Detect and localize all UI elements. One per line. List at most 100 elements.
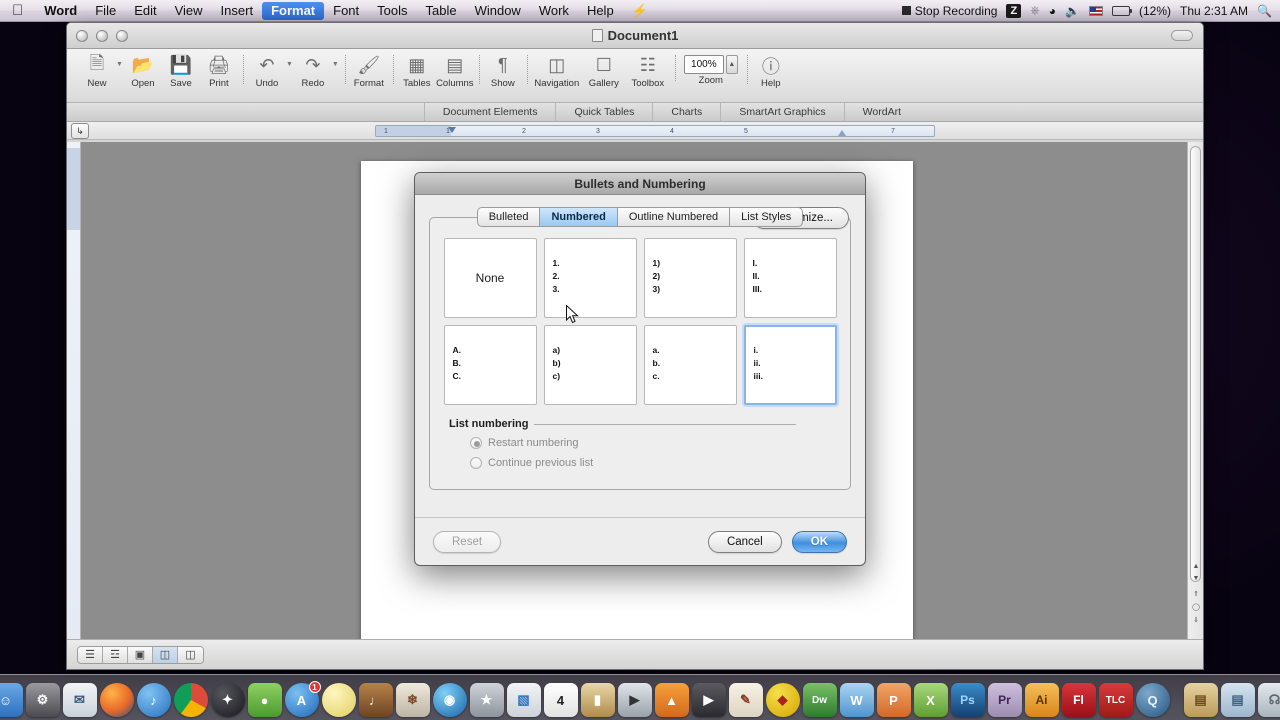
dock-item-iphoto[interactable]: ❄ [395, 683, 430, 717]
lightning-bolt-icon[interactable]: ⚡ [623, 2, 657, 20]
dock-item-vlc[interactable]: ▲ [654, 683, 689, 717]
scroll-down-icon[interactable]: ▼ [1191, 574, 1201, 585]
toolbar-gallery-button[interactable]: ☐ Gallery [582, 52, 626, 89]
dock-item-trash[interactable]: ☊ [1257, 683, 1280, 717]
style-tile-lower-alpha-paren[interactable]: a) b) c) [543, 325, 637, 405]
apple-logo-icon[interactable]:  [12, 3, 23, 18]
right-indent-marker[interactable] [838, 129, 846, 136]
toolbar-help-button[interactable]: ⓘ Help [752, 52, 790, 90]
menu-item-tools[interactable]: Tools [368, 2, 416, 20]
dock-item-quicktime-player[interactable]: ▶ [617, 683, 652, 717]
dock-item-microsoft-word[interactable]: W [839, 683, 874, 717]
toolbar-open-button[interactable]: 📂 Open [124, 52, 162, 89]
tab-outline-numbered[interactable]: Outline Numbered [616, 207, 730, 227]
dock-item-idvd[interactable]: ◉ [432, 683, 467, 717]
ribbon-tab-charts[interactable]: Charts [652, 103, 720, 121]
dock-item-numbers[interactable]: ▧ [506, 683, 541, 717]
tab-bulleted[interactable]: Bulleted [476, 207, 540, 227]
menu-item-view[interactable]: View [166, 2, 212, 20]
radio-continue-previous-list[interactable]: Continue previous list [470, 457, 831, 469]
dock-item-flash[interactable]: Fl [1061, 683, 1096, 717]
dock-item-photo-booth[interactable] [321, 683, 356, 717]
menu-item-work[interactable]: Work [530, 2, 578, 20]
zoom-input[interactable]: 100% [683, 55, 724, 74]
first-line-indent-marker[interactable] [448, 126, 456, 133]
notebook-view-icon[interactable]: ◫ [178, 646, 203, 663]
dock-item-illustrator[interactable]: Ai [1024, 683, 1059, 717]
menu-item-file[interactable]: File [86, 2, 125, 20]
tab-stop-icon[interactable]: ↳ [71, 122, 89, 139]
ok-button[interactable]: OK [791, 530, 847, 553]
dock-item-system-preferences[interactable]: ⚙ [25, 683, 60, 717]
menu-bar-clock[interactable]: Thu 2:31 AM [1180, 4, 1248, 18]
style-tile-lower-alpha-period[interactable]: a. b. c. [643, 325, 737, 405]
publishing-view-icon[interactable]: ▣ [128, 646, 153, 663]
tab-numbered[interactable]: Numbered [539, 207, 617, 227]
toolbar-format-painter-button[interactable]: 🖌 Format [350, 52, 388, 89]
menu-item-insert[interactable]: Insert [212, 2, 263, 20]
dock-item-firefox[interactable] [99, 683, 134, 717]
window-title-bar[interactable]: Document1 [67, 23, 1203, 49]
menu-item-font[interactable]: Font [324, 2, 368, 20]
style-tile-upper-alpha-period[interactable]: A. B. C. [443, 325, 537, 405]
dock-item-dreamweaver[interactable]: Dw [802, 683, 837, 717]
toolbar-navigation-button[interactable]: ◫ Navigation [532, 52, 582, 89]
toolbar-toggle-button[interactable] [1171, 30, 1193, 41]
search-icon[interactable]: 🔍 [1257, 4, 1272, 18]
dock-item-app-store[interactable]: A 1 [284, 681, 321, 717]
scrollbar-thumb[interactable] [1190, 146, 1201, 582]
dock-item-google-chrome[interactable] [173, 683, 208, 717]
tab-list-styles[interactable]: List Styles [729, 207, 804, 227]
menu-item-edit[interactable]: Edit [125, 2, 165, 20]
dock-item-after-effects-alt[interactable]: ◆ [765, 683, 800, 717]
style-tile-lower-roman[interactable]: i. ii. iii. [743, 325, 837, 405]
toolbar-show-button[interactable]: ¶ Show [484, 52, 522, 89]
dock-item-evernote[interactable]: ● [247, 683, 282, 717]
dock-item-downloads-folder[interactable]: ▤ [1220, 683, 1255, 717]
style-tile-decimal-period[interactable]: 1. 2. 3. [543, 238, 637, 318]
toolbar-print-button[interactable]: 🖨 Print [200, 52, 238, 89]
toolbar-undo-button[interactable]: ↶ Undo [248, 52, 286, 89]
menu-item-word[interactable]: Word [35, 2, 86, 20]
ribbon-tab-wordart[interactable]: WordArt [843, 103, 919, 121]
dock-item-finder[interactable]: ☺ [0, 683, 23, 717]
zoom-button[interactable] [116, 29, 128, 42]
vertical-ruler[interactable] [67, 142, 81, 639]
volume-icon[interactable]: 🔈 [1065, 4, 1080, 18]
dock-item-documents-stack[interactable]: ▤ [1183, 683, 1218, 717]
previous-page-icon[interactable]: ⇑ [1191, 590, 1201, 601]
print-layout-view-icon[interactable]: ◫ [153, 646, 178, 663]
toolbar-columns-button[interactable]: ▤ Columns [436, 52, 474, 89]
dock-item-excel[interactable]: X [913, 683, 948, 717]
dock-item-quicktime[interactable]: Q [1135, 683, 1170, 717]
stop-recording-status[interactable]: Stop Recording [901, 4, 997, 18]
menu-item-help[interactable]: Help [578, 2, 623, 20]
toolbar-new-button[interactable]: 🗎 New [78, 52, 116, 90]
undo-dropdown-arrow-icon[interactable]: ▼ [286, 61, 293, 68]
select-browse-object-icon[interactable]: ◯ [1191, 603, 1201, 614]
dock-item-imovie[interactable]: ★ [469, 683, 504, 717]
toolbar-save-button[interactable]: 💾 Save [162, 52, 200, 89]
menu-item-table[interactable]: Table [417, 2, 466, 20]
style-tile-none[interactable]: None [443, 238, 537, 318]
cancel-button[interactable]: Cancel [707, 530, 782, 553]
redo-dropdown-arrow-icon[interactable]: ▼ [332, 61, 339, 68]
ribbon-tab-document-elements[interactable]: Document Elements [423, 103, 556, 121]
toolbar-redo-button[interactable]: ↷ Redo [294, 52, 332, 89]
dock-item-tlc[interactable]: TLC [1098, 683, 1133, 717]
stepper-icon[interactable]: ▲ [725, 55, 738, 74]
battery-icon[interactable] [1111, 5, 1132, 16]
ribbon-tab-quick-tables[interactable]: Quick Tables [555, 103, 652, 121]
dock-item-premiere-pro[interactable]: Pr [987, 683, 1022, 717]
menu-item-format[interactable]: Format [262, 1, 325, 20]
dock-item-sketchbook[interactable]: ✎ [728, 683, 763, 717]
minimize-button[interactable] [96, 29, 108, 42]
toolbar-tables-button[interactable]: ▦ Tables [398, 52, 436, 89]
dock-item-calendar[interactable]: 4 [543, 683, 578, 717]
draft-view-icon[interactable]: ☰ [78, 646, 103, 663]
dock-item-photoshop[interactable]: Ps [950, 683, 985, 717]
us-flag-icon[interactable] [1088, 5, 1103, 16]
dock-item-ninja-app[interactable]: ✦ [210, 683, 245, 717]
dock-item-mail[interactable]: ✉ [62, 683, 97, 717]
ribbon-tab-smartart-graphics[interactable]: SmartArt Graphics [720, 103, 843, 121]
